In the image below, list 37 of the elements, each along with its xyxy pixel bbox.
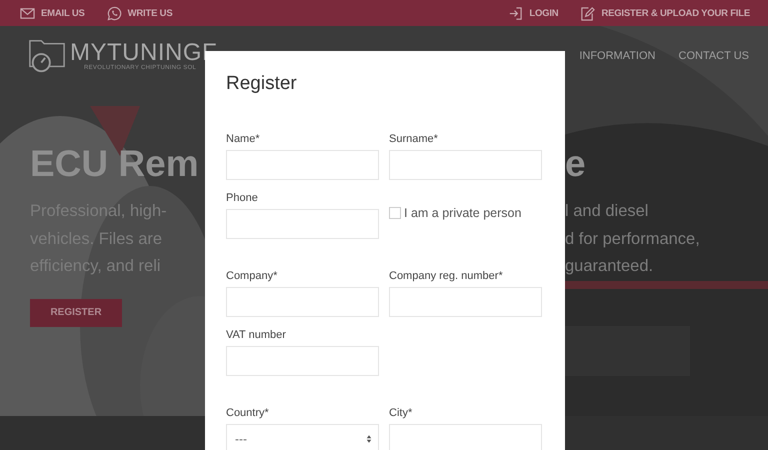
select-field[interactable]: --- xyxy=(226,424,379,450)
dialog-title: Register xyxy=(226,72,298,96)
logo-icon xyxy=(28,37,66,75)
input-field[interactable] xyxy=(389,287,542,317)
checkbox[interactable] xyxy=(389,207,401,219)
field-label: City* xyxy=(389,407,414,420)
hero-text: guaranteed. xyxy=(565,256,654,277)
nav-link[interactable]: CONTACT US xyxy=(678,50,749,62)
field-label: Company* xyxy=(226,270,278,283)
updown-icon xyxy=(366,434,372,444)
login-icon xyxy=(508,6,524,20)
field-label: Name* xyxy=(226,133,261,146)
edit-icon xyxy=(580,6,596,20)
top-link[interactable]: EMAIL US xyxy=(20,6,85,20)
input-field[interactable] xyxy=(389,150,542,180)
hero-title: e xyxy=(565,142,587,186)
top-link[interactable]: LOGIN xyxy=(508,6,558,20)
field-label: Surname* xyxy=(389,133,439,146)
chat-icon xyxy=(106,6,122,20)
field-label: Country* xyxy=(226,407,270,420)
register-button[interactable]: REGISTER xyxy=(30,298,122,326)
input-field[interactable] xyxy=(389,424,542,450)
top-link[interactable]: WRITE US xyxy=(106,6,172,20)
top-link[interactable]: REGISTER & UPLOAD YOUR FILE xyxy=(580,6,750,20)
hero-text: l and diesel xyxy=(565,201,650,222)
mail-icon xyxy=(20,6,35,20)
input-field[interactable] xyxy=(226,150,379,180)
checkbox-label: I am a private person xyxy=(404,206,522,220)
logo-name: MYTUNINGF xyxy=(70,41,218,65)
field-label: VAT number xyxy=(226,329,287,342)
hero-text: d for performance, xyxy=(565,228,700,250)
input-field[interactable] xyxy=(226,209,379,239)
input-field[interactable] xyxy=(226,287,379,317)
input-field[interactable] xyxy=(226,346,379,376)
field-label: Company reg. number* xyxy=(389,270,504,283)
nav-link[interactable]: INFORMATION xyxy=(579,50,656,62)
field-label: Phone xyxy=(226,192,259,205)
